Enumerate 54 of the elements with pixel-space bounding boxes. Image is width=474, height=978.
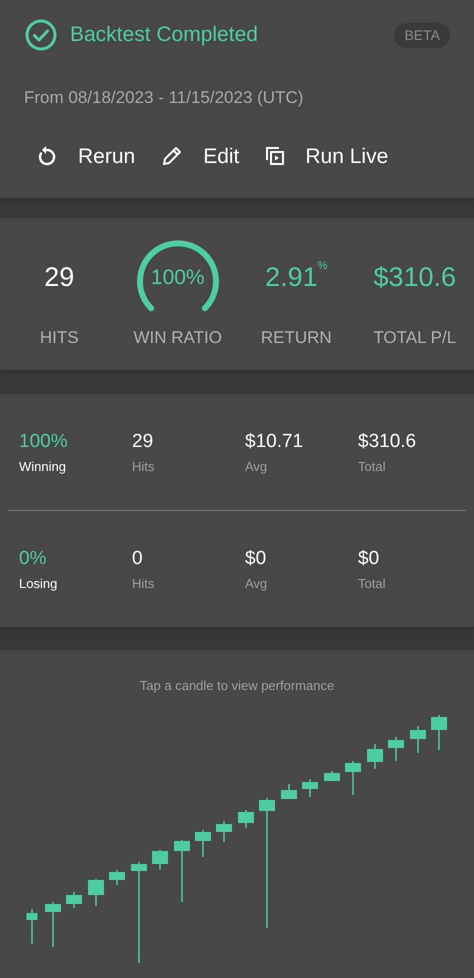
breakdown-label: Total bbox=[358, 574, 386, 592]
candle[interactable] bbox=[367, 744, 383, 768]
candle[interactable] bbox=[66, 892, 82, 908]
candle[interactable] bbox=[324, 770, 340, 780]
candle[interactable] bbox=[195, 830, 211, 856]
breakdown-value: $10.71 bbox=[245, 430, 304, 454]
candle[interactable] bbox=[174, 840, 190, 902]
candle[interactable] bbox=[45, 902, 61, 946]
breakdown-label: Avg bbox=[245, 458, 268, 476]
action-button[interactable]: Edit bbox=[161, 140, 240, 172]
action-button[interactable]: Rerun bbox=[36, 140, 136, 172]
row-label: Losing bbox=[19, 574, 58, 593]
stat-label: TOTAL P/L bbox=[373, 327, 456, 350]
date-range: From 08/18/2023 - 11/15/2023 (UTC) bbox=[24, 87, 304, 109]
stat-value: 29 bbox=[44, 261, 74, 294]
chart-hint: Tap a candle to view performance bbox=[140, 677, 334, 695]
candle[interactable] bbox=[109, 870, 125, 884]
beta-badge: BETA bbox=[394, 22, 450, 48]
candle[interactable] bbox=[216, 820, 232, 842]
win-ratio-value: 100% bbox=[150, 264, 205, 290]
candle[interactable] bbox=[302, 778, 318, 796]
copy-play-icon bbox=[265, 146, 286, 166]
candle[interactable] bbox=[88, 878, 104, 906]
percent-value: 0% bbox=[19, 547, 48, 571]
breakdown-label: Hits bbox=[132, 574, 156, 592]
candle[interactable] bbox=[152, 850, 168, 870]
stat-label: WIN RATIO bbox=[134, 327, 222, 350]
candle[interactable] bbox=[238, 810, 254, 828]
candle[interactable] bbox=[410, 726, 426, 752]
action-button[interactable]: Run Live bbox=[265, 140, 388, 172]
breakdown-value: 0 bbox=[132, 547, 144, 571]
breakdown-value: 29 bbox=[132, 430, 154, 454]
candle[interactable] bbox=[26, 908, 38, 944]
stat-value: $310.6 bbox=[373, 261, 456, 294]
breakdown-value: $0 bbox=[358, 547, 380, 571]
candle[interactable] bbox=[131, 862, 147, 962]
breakdown-value: $310.6 bbox=[358, 430, 418, 454]
stat-label: HITS bbox=[40, 327, 79, 350]
candle[interactable] bbox=[259, 798, 275, 928]
candle[interactable] bbox=[431, 714, 447, 750]
status-title: Backtest Completed bbox=[70, 22, 258, 48]
stat-value: 2.91$^{%}$ bbox=[265, 258, 328, 294]
percent-value: 100% bbox=[19, 430, 69, 454]
breakdown-label: Total bbox=[358, 458, 386, 476]
breakdown-label: Avg bbox=[245, 574, 268, 593]
check-circle-icon bbox=[24, 18, 58, 52]
candle[interactable] bbox=[281, 784, 297, 798]
candle[interactable] bbox=[345, 760, 361, 794]
breakdown-label: Hits bbox=[132, 458, 156, 476]
breakdown-value: $0 bbox=[245, 547, 268, 571]
row-label: Winning bbox=[19, 458, 67, 476]
stat-label: RETURN bbox=[260, 327, 332, 350]
pencil-icon bbox=[161, 145, 184, 168]
candle[interactable] bbox=[388, 736, 404, 760]
